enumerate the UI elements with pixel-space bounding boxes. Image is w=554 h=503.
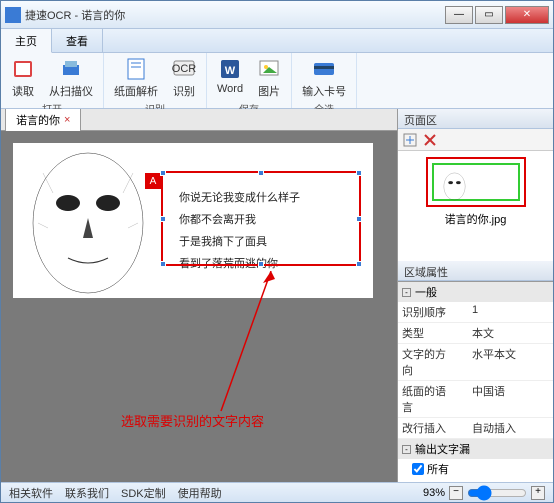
status-help[interactable]: 使用帮助	[178, 485, 222, 501]
resize-handle-bl[interactable]	[160, 261, 166, 267]
recognize-button[interactable]: OCR识别	[166, 55, 202, 101]
prop-row-language[interactable]: 纸面的语言中国语	[398, 381, 553, 418]
ribbon-group-open: 读取 从扫描仪 打开	[1, 53, 104, 108]
parse-icon	[124, 57, 148, 81]
face-image	[13, 143, 168, 298]
resize-handle-tr[interactable]	[356, 170, 362, 176]
document-tab[interactable]: 诺言的你 ×	[5, 109, 81, 131]
ribbon-group-save: WWord 图片 保存	[207, 53, 292, 108]
card-button[interactable]: 输入卡号	[296, 55, 352, 101]
app-window: 捷速OCR - 诺言的你 — ▭ ✕ 主页 查看 读取 从扫描仪 打开 纸面解析…	[0, 0, 554, 503]
maximize-button[interactable]: ▭	[475, 6, 503, 24]
ribbon-tabs: 主页 查看	[1, 29, 553, 53]
zoom-in-button[interactable]: +	[531, 486, 545, 500]
status-related[interactable]: 相关软件	[9, 485, 53, 501]
statusbar: 相关软件 联系我们 SDK定制 使用帮助 93% − +	[1, 482, 553, 502]
ocr-icon: OCR	[172, 57, 196, 81]
content-area: 诺言的你 ×	[1, 109, 553, 482]
pages-panel-header: 页面区	[398, 109, 553, 129]
thumb-face-icon	[440, 167, 470, 205]
scanner-icon	[59, 57, 83, 81]
read-button[interactable]: 读取	[5, 55, 41, 101]
zoom-out-button[interactable]: −	[449, 486, 463, 500]
main-column: 诺言的你 ×	[1, 109, 398, 482]
resize-handle-tm[interactable]	[258, 170, 264, 176]
document-tabs: 诺言的你 ×	[1, 109, 397, 131]
props-panel-header: 区域属性	[398, 261, 553, 281]
resize-handle-tl[interactable]	[160, 170, 166, 176]
image-icon	[257, 57, 281, 81]
delete-page-icon[interactable]	[422, 132, 438, 148]
prop-row-insert[interactable]: 改行插入自动插入	[398, 418, 553, 439]
svg-text:W: W	[225, 65, 236, 77]
zoom-value: 93%	[423, 487, 445, 499]
collapse-icon[interactable]: -	[402, 445, 411, 454]
zoom-control: 93% − +	[423, 485, 545, 501]
zoom-slider[interactable]	[467, 485, 527, 501]
properties-panel: -一般 识别顺序1 类型本文 文字的方向水平本文 纸面的语言中国语 改行插入自动…	[398, 281, 553, 482]
selection-box[interactable]: A	[161, 171, 361, 266]
annotation-arrow	[211, 271, 281, 421]
word-button[interactable]: WWord	[211, 55, 249, 101]
collapse-icon[interactable]: -	[402, 288, 411, 297]
close-button[interactable]: ✕	[505, 6, 549, 24]
document-tab-title: 诺言的你	[16, 112, 60, 128]
window-controls: — ▭ ✕	[445, 6, 549, 24]
resize-handle-br[interactable]	[356, 261, 362, 267]
check-all[interactable]: 所有	[398, 459, 553, 479]
right-column: 页面区 诺言的你.jpg 区域属性 -一般 识别顺序1 类型本文 文字的方向水平…	[398, 109, 553, 482]
book-icon	[11, 57, 35, 81]
tab-view[interactable]: 查看	[52, 29, 103, 52]
selection-badge: A	[145, 173, 161, 189]
status-contact[interactable]: 联系我们	[65, 485, 109, 501]
image-button[interactable]: 图片	[251, 55, 287, 101]
add-page-icon[interactable]	[402, 132, 418, 148]
scanner-button[interactable]: 从扫描仪	[43, 55, 99, 101]
parse-button[interactable]: 纸面解析	[108, 55, 164, 101]
word-icon: W	[218, 57, 242, 81]
prop-row-type[interactable]: 类型本文	[398, 323, 553, 344]
prop-row-direction[interactable]: 文字的方向水平本文	[398, 344, 553, 381]
resize-handle-mr[interactable]	[356, 216, 362, 222]
titlebar[interactable]: 捷速OCR - 诺言的你 — ▭ ✕	[1, 1, 553, 29]
thumbnail-area: 诺言的你.jpg	[398, 151, 553, 261]
annotation-text: 选取需要识别的文字内容	[121, 411, 264, 430]
page-thumbnail[interactable]	[426, 157, 526, 207]
thumbnail-caption: 诺言的你.jpg	[445, 211, 507, 227]
ribbon: 读取 从扫描仪 打开 纸面解析 OCR识别 识别 WWord 图片 保存 输入卡…	[1, 53, 553, 109]
prop-section-charset[interactable]: -输出文字漏	[398, 439, 553, 459]
card-icon	[312, 57, 336, 81]
resize-handle-bm[interactable]	[258, 261, 264, 267]
prop-section-general[interactable]: -一般	[398, 282, 553, 302]
status-sdk[interactable]: SDK定制	[121, 485, 166, 501]
svg-text:OCR: OCR	[172, 63, 196, 75]
prop-row-order[interactable]: 识别顺序1	[398, 302, 553, 323]
tab-home[interactable]: 主页	[1, 29, 52, 53]
canvas[interactable]: 你说无论我变成什么样子 你都不会离开我 于是我摘下了面具 看到了落荒而逃的你 A	[1, 131, 397, 482]
resize-handle-ml[interactable]	[160, 216, 166, 222]
app-icon	[5, 7, 21, 23]
window-title: 捷速OCR - 诺言的你	[25, 7, 445, 23]
minimize-button[interactable]: —	[445, 6, 473, 24]
ribbon-group-select: 输入卡号 全选	[292, 53, 357, 108]
ribbon-group-recognize: 纸面解析 OCR识别 识别	[104, 53, 207, 108]
thumb-toolbar	[398, 129, 553, 151]
document-tab-close-icon[interactable]: ×	[64, 114, 70, 126]
